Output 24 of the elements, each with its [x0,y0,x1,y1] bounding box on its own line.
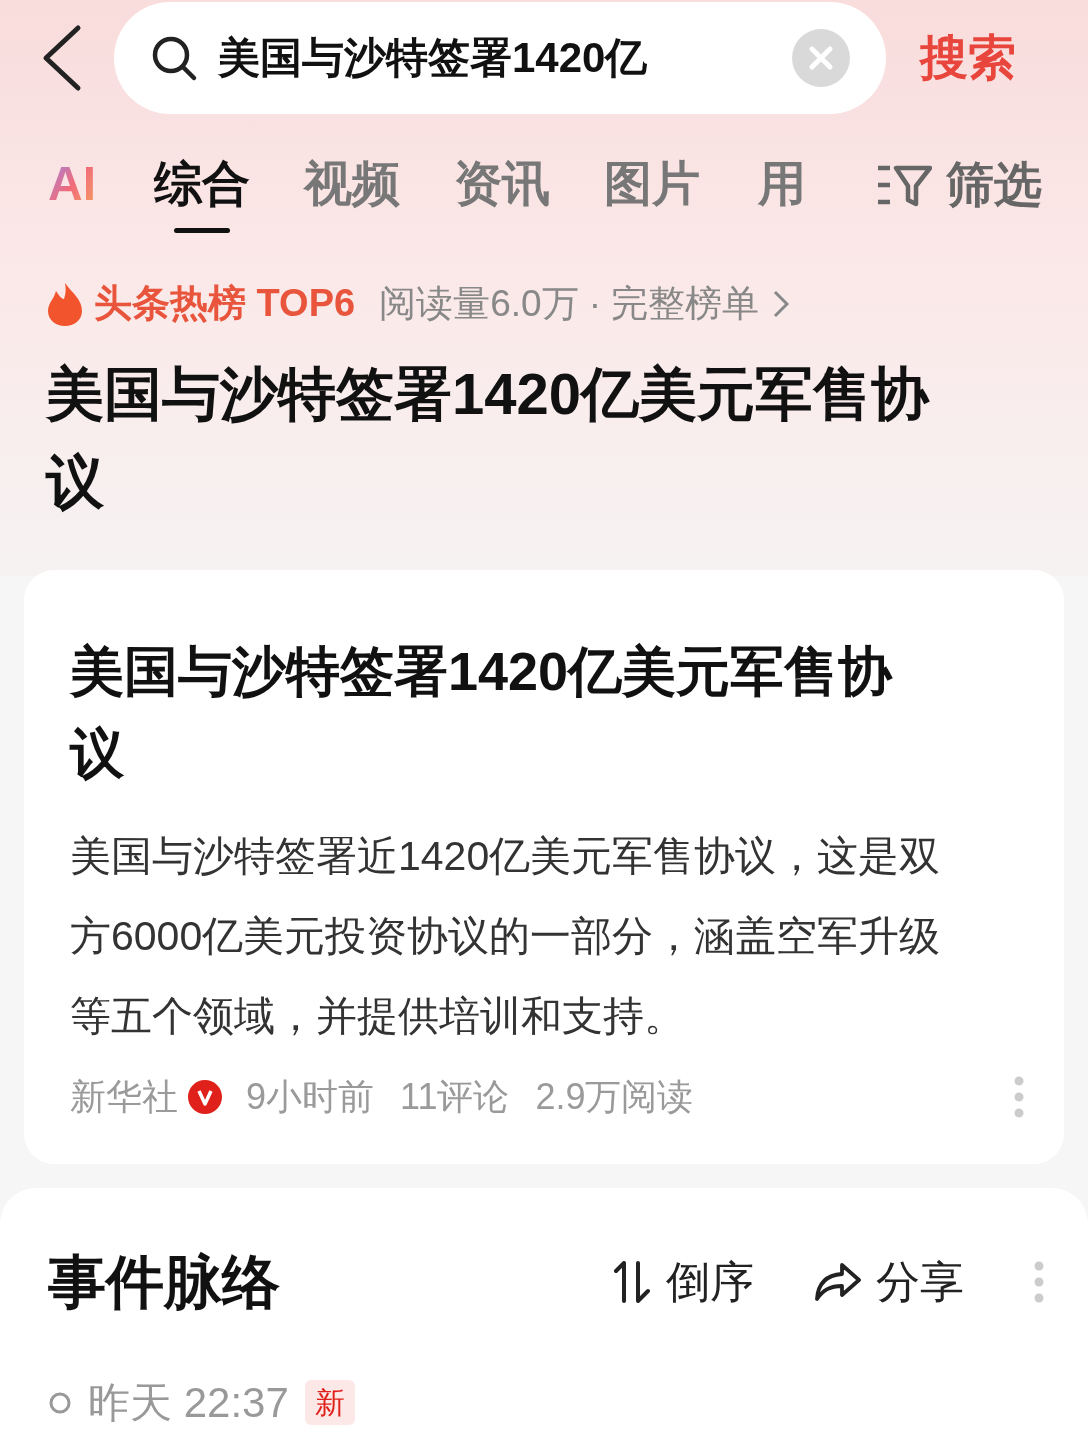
filter-button[interactable]: 筛选 [876,149,1042,221]
tab[interactable]: 视频 [304,137,400,233]
hot-topic-title: 美国与沙特签署1420亿美元军售协议 [46,360,931,516]
article-card[interactable]: 美国与沙特签署1420亿美元军售协议 美国与沙特签署近1420亿美元军售协议，这是双方6000亿美元投资协议的一部分，涵盖空军升级等五个领域，并提供培训和支持。 新华社 9小时前 11评论 2.9万阅读 [24,570,1064,1164]
hot-list-label: 头条热榜 TOP6 [94,281,356,326]
share-button[interactable]: 分享 [814,1248,964,1315]
new-badge: 新 [304,1380,355,1425]
search-query: 美国与沙特签署1420亿 [218,33,649,83]
sort-button[interactable]: 倒序 [612,1248,754,1315]
article-title: 美国与沙特签署1420亿美元军售协议 [70,640,894,785]
publish-time: 9小时前 [246,1075,375,1119]
tab[interactable]: 综合 [154,137,250,233]
event-time: 昨天 22:37 [88,1378,289,1428]
read-count: 2.9万阅读 [535,1075,694,1119]
tab[interactable]: 资讯 [454,137,550,233]
timeline-title: 事件脉络 [48,1248,280,1316]
full-list-link[interactable]: 阅读量6.0万 · 完整榜单 [379,275,790,332]
search-button[interactable]: 搜索 [920,21,1016,94]
tab[interactable]: 图片 [604,137,700,233]
tab[interactable]: 用 [754,137,810,233]
article-summary: 美国与沙特签署近1420亿美元军售协议，这是双方6000亿美元投资协议的一部分，涵盖空军升级等五个领域，并提供培训和支持。 [70,832,942,1041]
comment-count: 11评论 [400,1075,510,1119]
source-name: 新华社 [70,1075,178,1119]
search-field[interactable]: 美国与沙特签署1420亿 [114,1,886,114]
